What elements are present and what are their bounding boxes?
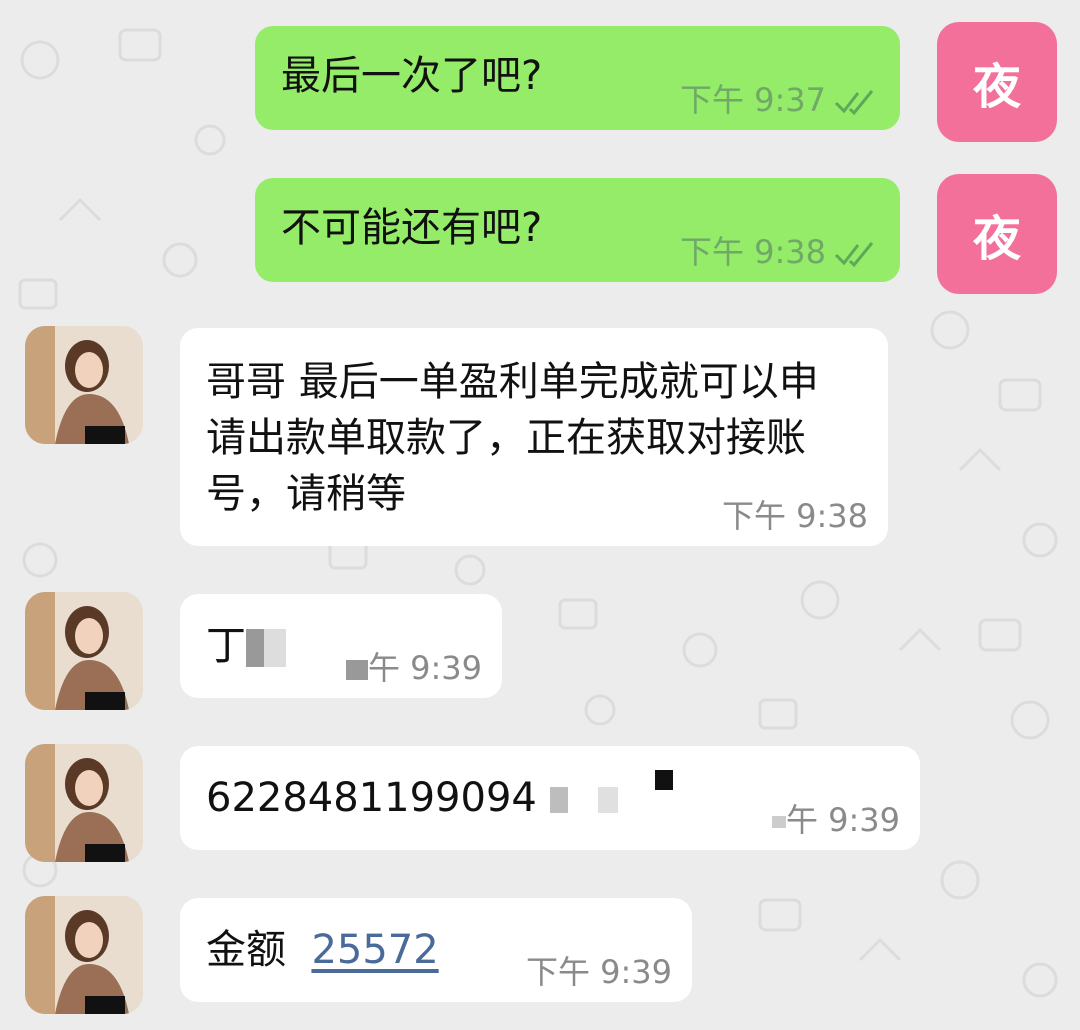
message-text: 最后一次了吧?	[281, 53, 543, 99]
contact-avatar[interactable]	[25, 326, 143, 444]
message-time: 午 9:39	[785, 801, 900, 839]
message-text: 金额 25572	[206, 922, 439, 978]
redaction-blur	[549, 787, 568, 813]
message-time: 下午 9:38	[679, 233, 826, 271]
self-avatar[interactable]: 夜	[937, 174, 1057, 294]
contact-photo-icon	[25, 744, 143, 862]
message-text: 丁	[206, 618, 286, 674]
self-avatar[interactable]: 夜	[937, 22, 1057, 142]
amount-link[interactable]: 25572	[311, 927, 438, 973]
redaction-blur	[771, 816, 786, 828]
redaction-blur	[345, 660, 368, 680]
received-message-3[interactable]: 6228481199094 午 9:39	[180, 746, 920, 850]
message-time: 午 9:39	[367, 649, 482, 687]
message-time: 下午 9:37	[679, 81, 826, 119]
contact-photo-icon	[25, 326, 143, 444]
message-time: 下午 9:38	[721, 497, 868, 535]
redaction-blur	[598, 787, 619, 813]
message-time: 下午 9:39	[525, 953, 672, 991]
message-meta: 下午 9:38	[680, 232, 880, 272]
redaction-blur	[655, 770, 673, 790]
amount-label: 金额	[206, 927, 286, 973]
message-text: 6228481199094	[206, 770, 673, 826]
account-number: 6228481199094	[206, 775, 537, 821]
message-meta: 午 9:39	[345, 648, 482, 688]
read-check-icon	[834, 90, 874, 115]
received-message-4[interactable]: 金额 25572 下午 9:39	[180, 898, 692, 1002]
contact-photo-icon	[25, 896, 143, 1014]
contact-avatar[interactable]	[25, 744, 143, 862]
received-message-1[interactable]: 哥哥 最后一单盈利单完成就可以申请出款单取款了，正在获取对接账号，请稍等 下午 …	[180, 328, 888, 546]
message-meta: 下午 9:37	[680, 80, 880, 120]
sent-message-1[interactable]: 最后一次了吧? 下午 9:37	[255, 26, 900, 130]
sent-message-2[interactable]: 不可能还有吧? 下午 9:38	[255, 178, 900, 282]
read-check-icon	[834, 242, 874, 267]
received-message-2[interactable]: 丁 午 9:39	[180, 594, 502, 698]
message-text: 不可能还有吧?	[281, 205, 543, 251]
redaction-blur	[246, 629, 286, 667]
message-meta: 午 9:39	[771, 800, 900, 840]
contact-photo-icon	[25, 592, 143, 710]
contact-avatar[interactable]	[25, 592, 143, 710]
contact-avatar[interactable]	[25, 896, 143, 1014]
